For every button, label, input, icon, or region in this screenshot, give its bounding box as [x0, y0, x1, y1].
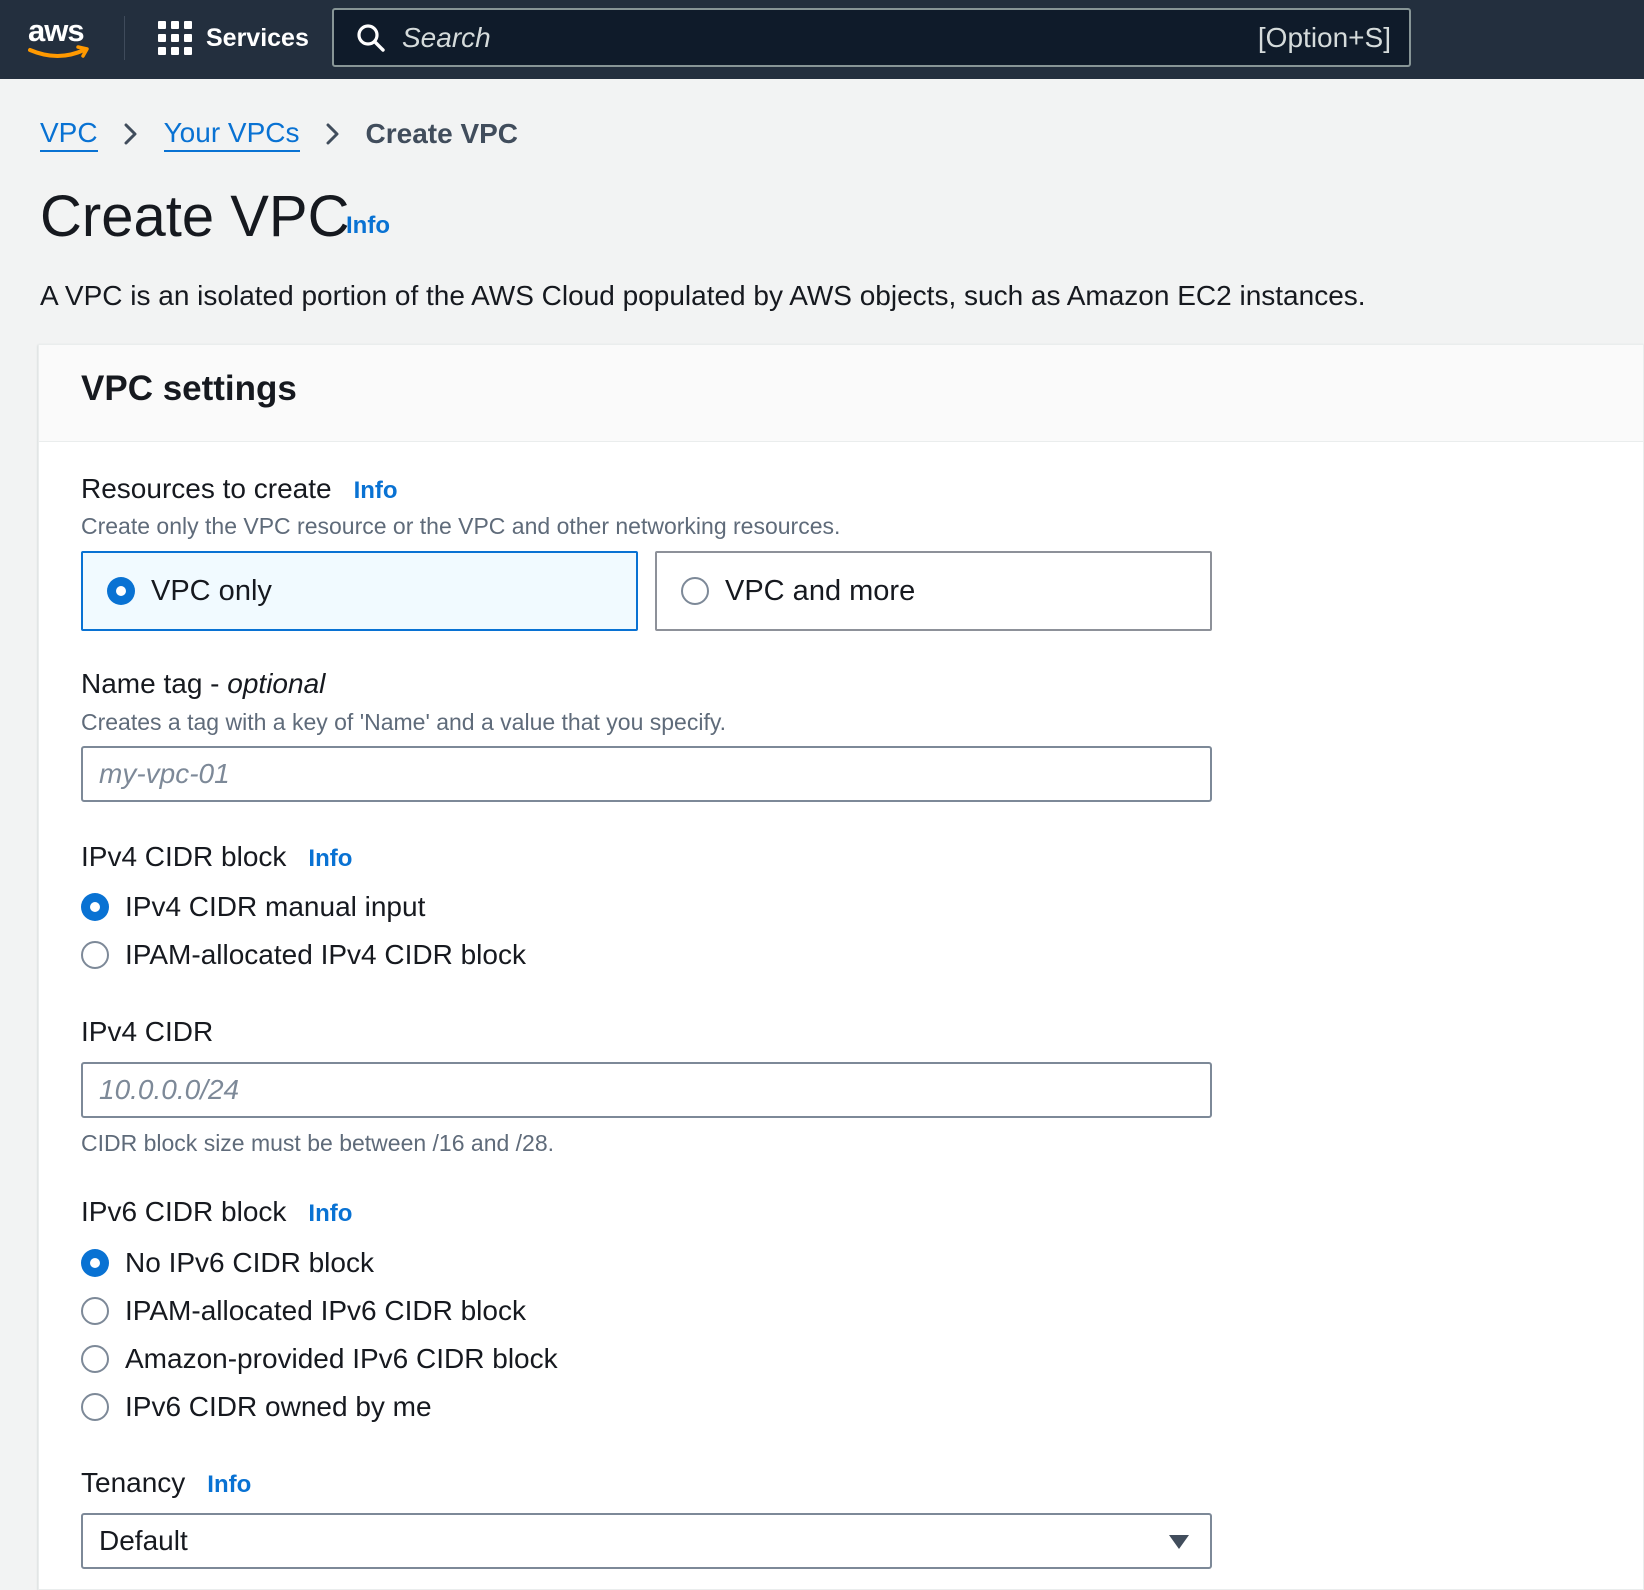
- radio-no-ipv6[interactable]: [81, 1249, 109, 1277]
- page-description: A VPC is an isolated portion of the AWS …: [40, 280, 1366, 311]
- resources-field-label: Resources to create Info: [81, 473, 398, 505]
- radio-ipv4-manual-label: IPv4 CIDR manual input: [125, 891, 426, 922]
- radio-option-ipv6-byoip[interactable]: IPv6 CIDR owned by me: [81, 1391, 432, 1423]
- tenancy-label: Tenancy: [81, 1467, 186, 1498]
- tenancy-select-value: Default: [99, 1525, 188, 1556]
- radio-vpc-only[interactable]: [107, 577, 135, 605]
- radio-ipv4-manual[interactable]: [81, 893, 109, 921]
- radio-ipv6-byoip-label: IPv6 CIDR owned by me: [125, 1391, 432, 1422]
- tile-vpc-and-more-label: VPC and more: [725, 574, 916, 607]
- radio-ipv4-ipam[interactable]: [81, 941, 109, 969]
- name-tag-optional: optional: [227, 668, 326, 699]
- services-label: Services: [206, 23, 309, 52]
- page-title: Create VPC: [40, 184, 350, 249]
- nav-divider: [124, 16, 125, 60]
- ipv6-block-field-label: IPv6 CIDR block Info: [81, 1196, 352, 1228]
- global-search-box[interactable]: [Option+S]: [332, 8, 1411, 67]
- radio-no-ipv6-label: No IPv6 CIDR block: [125, 1247, 374, 1278]
- breadcrumb-current: Create VPC: [365, 118, 519, 149]
- chevron-right-icon: [326, 123, 339, 145]
- radio-option-no-ipv6[interactable]: No IPv6 CIDR block: [81, 1247, 374, 1279]
- ipv4-cidr-constraint: CIDR block size must be between /16 and …: [81, 1130, 555, 1156]
- radio-option-ipv6-ipam[interactable]: IPAM-allocated IPv6 CIDR block: [81, 1295, 526, 1327]
- panel-title: VPC settings: [81, 369, 297, 408]
- aws-smile-icon: [28, 45, 89, 58]
- radio-vpc-and-more[interactable]: [681, 577, 709, 605]
- search-input[interactable]: [402, 21, 1222, 54]
- breadcrumb-link-your-vpcs[interactable]: Your VPCs: [163, 116, 300, 152]
- breadcrumb-link-vpc[interactable]: VPC: [40, 116, 98, 152]
- radio-ipv6-byoip[interactable]: [81, 1393, 109, 1421]
- tile-vpc-only-label: VPC only: [151, 574, 272, 607]
- page-info-link[interactable]: Info: [346, 212, 390, 240]
- ipv4-block-label: IPv4 CIDR block: [81, 841, 287, 872]
- radio-option-ipv4-ipam[interactable]: IPAM-allocated IPv4 CIDR block: [81, 939, 526, 971]
- aws-logo-text: aws: [28, 13, 85, 48]
- vpc-settings-panel: VPC settings Resources to create Info Cre…: [38, 344, 1644, 1590]
- chevron-right-icon: [124, 123, 137, 145]
- radio-option-ipv4-manual[interactable]: IPv4 CIDR manual input: [81, 891, 425, 923]
- radio-ipv6-amazon-label: Amazon-provided IPv6 CIDR block: [125, 1343, 558, 1374]
- services-menu-button[interactable]: Services: [158, 18, 309, 58]
- tile-vpc-only[interactable]: VPC only: [81, 551, 638, 631]
- top-navigation: aws Services [Option+S]: [0, 0, 1644, 79]
- radio-ipv4-ipam-label: IPAM-allocated IPv4 CIDR block: [125, 939, 526, 970]
- name-tag-label: Name tag -: [81, 668, 228, 699]
- search-shortcut-hint: [Option+S]: [1257, 21, 1391, 53]
- ipv4-cidr-label: IPv4 CIDR: [81, 1016, 214, 1047]
- name-tag-description: Creates a tag with a key of 'Name' and a…: [81, 709, 727, 735]
- tenancy-field-label: Tenancy Info: [81, 1467, 251, 1499]
- panel-header: VPC settings: [39, 345, 1643, 442]
- services-grid-icon: [158, 21, 192, 55]
- ipv6-block-label: IPv6 CIDR block: [81, 1196, 287, 1227]
- tenancy-select[interactable]: Default: [81, 1513, 1212, 1569]
- radio-ipv6-amazon[interactable]: [81, 1345, 109, 1373]
- caret-down-icon: [1169, 1535, 1189, 1549]
- radio-ipv6-ipam-label: IPAM-allocated IPv6 CIDR block: [125, 1295, 526, 1326]
- resources-description: Create only the VPC resource or the VPC …: [81, 513, 841, 539]
- ipv4-block-info-link[interactable]: Info: [308, 845, 352, 872]
- radio-ipv6-ipam[interactable]: [81, 1297, 109, 1325]
- search-icon: [357, 23, 385, 52]
- name-tag-field-label: Name tag - optional: [81, 668, 325, 700]
- radio-option-ipv6-amazon[interactable]: Amazon-provided IPv6 CIDR block: [81, 1343, 558, 1375]
- aws-logo[interactable]: aws: [28, 14, 92, 62]
- resources-info-link[interactable]: Info: [354, 477, 398, 504]
- tile-vpc-and-more[interactable]: VPC and more: [655, 551, 1212, 631]
- resources-label: Resources to create: [81, 473, 332, 504]
- ipv4-cidr-input[interactable]: [81, 1062, 1212, 1118]
- ipv4-block-field-label: IPv4 CIDR block Info: [81, 841, 352, 873]
- breadcrumb: VPC Your VPCs Create VPC: [40, 116, 518, 152]
- name-tag-input[interactable]: [81, 746, 1212, 802]
- ipv4-cidr-field-label: IPv4 CIDR: [81, 1016, 213, 1048]
- tenancy-info-link[interactable]: Info: [207, 1471, 251, 1498]
- ipv6-block-info-link[interactable]: Info: [308, 1200, 352, 1227]
